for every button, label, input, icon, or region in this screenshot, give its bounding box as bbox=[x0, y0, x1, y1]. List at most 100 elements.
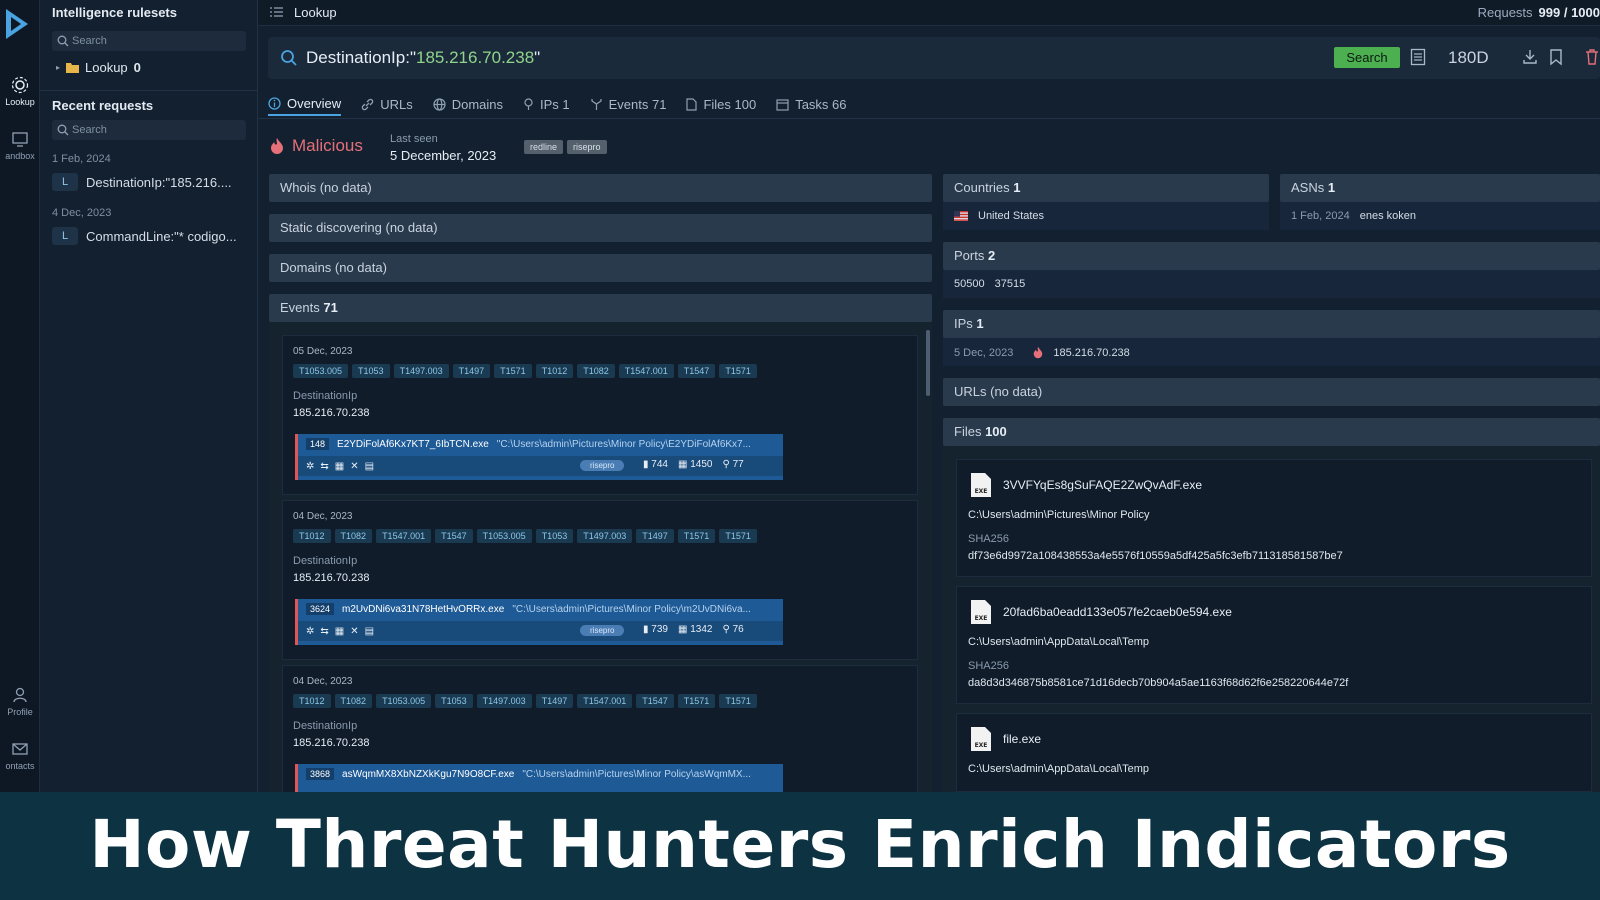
time-range-selector[interactable]: 180D bbox=[1448, 48, 1489, 68]
tree-item-lookup[interactable]: ▸ Lookup 0 bbox=[56, 60, 141, 75]
malware-tag[interactable]: risepro bbox=[567, 140, 607, 154]
ip-date: 5 Dec, 2023 bbox=[954, 346, 1014, 359]
download-icon[interactable] bbox=[1522, 48, 1538, 66]
event-card[interactable]: 04 Dec, 2023 T1012 T1082 T1053.005 T1053… bbox=[282, 665, 918, 792]
mitre-tag[interactable]: T1547.001 bbox=[577, 694, 633, 708]
urls-panel-header[interactable]: URLs (no data) bbox=[943, 378, 1600, 406]
asn-row[interactable]: 1 Feb, 2024 enes koken bbox=[1291, 210, 1416, 222]
mitre-tag[interactable]: T1547.001 bbox=[376, 529, 432, 543]
port-value[interactable]: 50500 bbox=[954, 278, 985, 290]
file-card[interactable]: EXE 3VVFYqEs8gSuFAQE2ZwQvAdF.exe C:\User… bbox=[956, 459, 1592, 577]
bookmark-icon[interactable] bbox=[1549, 48, 1563, 66]
domains-panel-header[interactable]: Domains (no data) bbox=[269, 254, 932, 282]
process-malware-tag[interactable]: risepro bbox=[580, 460, 625, 471]
mitre-tag[interactable]: T1082 bbox=[334, 694, 373, 708]
files-stat-value: 739 bbox=[651, 624, 668, 635]
ips-panel-header[interactable]: IPs 1 bbox=[943, 310, 1600, 338]
mitre-tag[interactable]: T1497 bbox=[452, 364, 491, 378]
rail-profile[interactable]: Profile bbox=[0, 686, 40, 717]
ip-row[interactable]: 5 Dec, 2023 185.216.70.238 bbox=[954, 346, 1130, 359]
mitre-tag[interactable]: T1497 bbox=[636, 529, 674, 543]
mitre-tag[interactable]: T1547 bbox=[677, 364, 716, 378]
mitre-tag[interactable]: T1547.001 bbox=[618, 364, 674, 378]
registry-stat-value: 1342 bbox=[690, 624, 713, 635]
file-card[interactable]: EXE file.exe C:\Users\admin\AppData\Loca… bbox=[956, 713, 1592, 792]
file-hash-value[interactable]: df73e6d9972a108438553a4e5576f10559a5df42… bbox=[968, 550, 1343, 562]
process-malware-tag[interactable]: risepro bbox=[580, 625, 625, 636]
port-value[interactable]: 37515 bbox=[995, 278, 1026, 290]
mitre-tag[interactable]: T1497.003 bbox=[476, 694, 532, 708]
tree-item-label: Lookup bbox=[85, 60, 128, 75]
tab-overview[interactable]: Overview bbox=[268, 92, 342, 116]
list-icon[interactable] bbox=[270, 6, 283, 18]
tab-tasks[interactable]: Tasks 66 bbox=[776, 92, 847, 116]
mitre-tag[interactable]: T1053 bbox=[535, 529, 574, 543]
mitre-tag[interactable]: T1497.003 bbox=[393, 364, 449, 378]
query-input[interactable]: DestinationIp:"185.216.70.238" bbox=[306, 48, 540, 68]
mitre-tag[interactable]: T1053.005 bbox=[293, 364, 349, 378]
recent-request-item[interactable]: L CommandLine:"* codigo... bbox=[52, 226, 252, 246]
malware-tag[interactable]: redline bbox=[524, 140, 564, 154]
rulesets-search-input[interactable]: Search bbox=[52, 31, 246, 51]
rail-sandbox[interactable]: andbox bbox=[0, 130, 40, 161]
recent-request-item[interactable]: L DestinationIp:"185.216.... bbox=[52, 172, 252, 192]
search-button[interactable]: Search bbox=[1334, 47, 1400, 68]
event-card[interactable]: 05 Dec, 2023 T1053.005 T1053 T1497.003 T… bbox=[282, 335, 918, 495]
mitre-tag[interactable]: T1571 bbox=[719, 529, 757, 543]
file-icon bbox=[686, 97, 698, 111]
mitre-tag[interactable]: T1012 bbox=[293, 529, 331, 543]
ips-count: 1 bbox=[976, 316, 984, 331]
country-row[interactable]: United States bbox=[954, 210, 1044, 222]
tabs-divider bbox=[258, 118, 1600, 119]
event-card[interactable]: 04 Dec, 2023 T1012 T1082 T1547.001 T1547… bbox=[282, 500, 918, 660]
mitre-tag[interactable]: T1571 bbox=[494, 364, 532, 378]
rail-contacts[interactable]: ontacts bbox=[0, 740, 40, 771]
mitre-tag[interactable]: T1547 bbox=[435, 529, 473, 543]
mitre-tag[interactable]: T1571 bbox=[677, 529, 716, 543]
mitre-tag[interactable]: T1082 bbox=[577, 364, 615, 378]
mitre-tag[interactable]: T1012 bbox=[293, 694, 331, 708]
mitre-tag[interactable]: T1082 bbox=[334, 529, 373, 543]
event-date: 05 Dec, 2023 bbox=[293, 346, 353, 357]
recent-search-input[interactable]: Search bbox=[52, 120, 246, 140]
search-icon bbox=[281, 50, 297, 66]
mitre-tag[interactable]: T1547 bbox=[636, 694, 674, 708]
files-panel-header[interactable]: Files 100 bbox=[943, 418, 1600, 446]
process-row[interactable]: 148 E2YDiFolAf6Kx7KT7_6IbTCN.exe "C:\Users… bbox=[295, 434, 783, 480]
countries-panel-header[interactable]: Countries 1 bbox=[943, 174, 1269, 202]
tab-ips[interactable]: IPs 1 bbox=[523, 92, 570, 116]
process-path: "C:\Users\admin\Pictures\Minor Policy\E2… bbox=[496, 438, 751, 450]
tab-urls[interactable]: URLs bbox=[361, 92, 413, 116]
mitre-tag[interactable]: T1053 bbox=[435, 694, 473, 708]
monitor-icon bbox=[12, 132, 28, 147]
countries-count: 1 bbox=[1013, 180, 1021, 195]
mitre-tag[interactable]: T1497 bbox=[535, 694, 574, 708]
mitre-tag[interactable]: T1571 bbox=[719, 364, 757, 378]
tab-events[interactable]: Events 71 bbox=[590, 92, 666, 116]
mitre-tag[interactable]: T1053.005 bbox=[476, 529, 532, 543]
events-scrollbar[interactable] bbox=[926, 330, 930, 396]
ports-panel-header[interactable]: Ports 2 bbox=[943, 242, 1600, 270]
mitre-tag[interactable]: T1497.003 bbox=[577, 529, 633, 543]
whois-panel-header[interactable]: Whois (no data) bbox=[269, 174, 932, 202]
rail-lookup[interactable]: Lookup bbox=[0, 76, 40, 107]
mitre-tag[interactable]: T1571 bbox=[719, 694, 757, 708]
asns-panel-header[interactable]: ASNs 1 bbox=[1280, 174, 1600, 202]
svg-text:EXE: EXE bbox=[975, 615, 988, 622]
query-bar[interactable]: DestinationIp:"185.216.70.238" Search 18… bbox=[268, 37, 1600, 79]
process-row[interactable]: 3624 m2UvDNi6va31N78HetHvORRx.exe "C:\User… bbox=[295, 599, 783, 645]
trash-icon[interactable] bbox=[1585, 48, 1599, 66]
tab-domains[interactable]: Domains bbox=[433, 92, 503, 116]
document-icon: ▤ bbox=[364, 625, 375, 637]
mitre-tag[interactable]: T1571 bbox=[677, 694, 716, 708]
file-card[interactable]: EXE 20fad6ba0eadd133e057fe2caeb0e594.exe… bbox=[956, 586, 1592, 704]
events-panel-header[interactable]: Events 71 bbox=[269, 294, 932, 322]
mitre-tag[interactable]: T1012 bbox=[535, 364, 574, 378]
process-row[interactable]: 3868 asWqmMX8XbNZXkKgu7N9O8CF.exe "C:\User… bbox=[295, 764, 783, 792]
mitre-tag[interactable]: T1053 bbox=[352, 364, 390, 378]
file-hash-value[interactable]: da8d3d346875b8581ce71d16decb70b904a5ae11… bbox=[968, 677, 1348, 689]
tab-files[interactable]: Files 100 bbox=[686, 92, 756, 116]
document-list-icon[interactable] bbox=[1410, 48, 1426, 66]
mitre-tag[interactable]: T1053.005 bbox=[376, 694, 432, 708]
static-panel-header[interactable]: Static discovering (no data) bbox=[269, 214, 932, 242]
